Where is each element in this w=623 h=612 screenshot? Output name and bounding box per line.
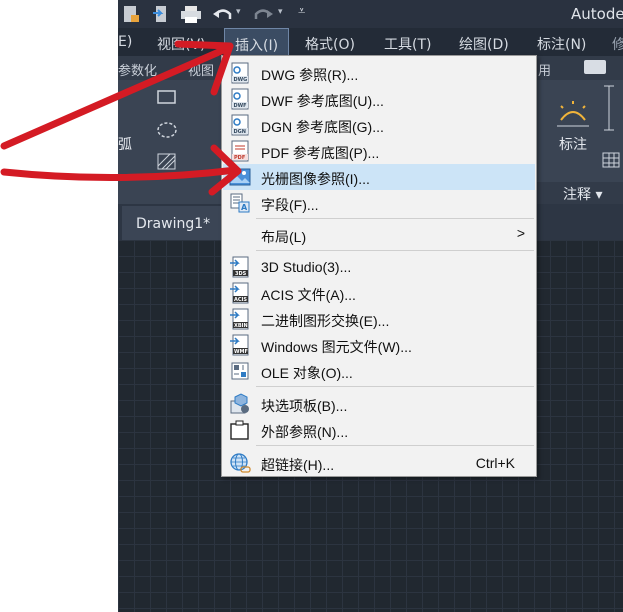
menu-item-label: DGN 参考底图(G)... <box>261 119 384 135</box>
menu-item-label: 光栅图像参照(I)... <box>261 171 370 187</box>
menu-item-windows-metafile[interactable]: WMF Windows 图元文件(W)... <box>223 332 535 358</box>
svg-text:PDF: PDF <box>234 155 245 161</box>
menu-view[interactable]: 视图(V) <box>157 34 206 54</box>
menu-item-3d-studio[interactable]: 3DS 3D Studio(3)... <box>223 254 535 280</box>
menu-tools[interactable]: 工具(T) <box>384 34 431 54</box>
dimension-icon[interactable] <box>555 100 591 130</box>
dxb-icon: XBIN <box>230 308 249 330</box>
menu-item-dwf-underlay[interactable]: DWF DWF 参考底图(U)... <box>223 86 535 112</box>
menu-overflow-fragment[interactable]: 修 <box>612 34 623 54</box>
menu-item-label: 字段(F)... <box>261 197 319 213</box>
drawing-tab[interactable]: Drawing1* <box>122 206 232 240</box>
block-palette-icon <box>230 393 249 414</box>
menu-item-layout[interactable]: 布局(L) > <box>223 222 535 248</box>
menu-item-acis[interactable]: ACIS ACIS 文件(A)... <box>223 280 535 306</box>
undo-icon[interactable] <box>212 5 234 23</box>
menu-item-label: 外部参照(N)... <box>261 424 349 440</box>
menu-item-label: 超链接(H)... <box>261 457 335 473</box>
customize-qat-icon[interactable]: ⩡ <box>298 4 305 19</box>
menu-item-field[interactable]: A 字段(F)... <box>223 190 535 216</box>
menu-item-raster-image[interactable]: 光栅图像参照(I)... <box>223 164 535 190</box>
hatch-icon[interactable] <box>156 152 178 172</box>
svg-text:WMF: WMF <box>234 349 248 355</box>
menu-item-pdf-underlay[interactable]: PDF PDF 参考底图(P)... <box>223 138 535 164</box>
menu-item-label: 3D Studio(3)... <box>261 259 352 275</box>
drawing-tab-label: Drawing1* <box>136 216 211 232</box>
redo-dropdown-icon[interactable]: ▾ <box>278 7 283 17</box>
menu-item-shortcut: Ctrl+K <box>475 455 515 471</box>
svg-text:DWG: DWG <box>234 77 248 83</box>
ribbon-tab-fragment[interactable]: 用 <box>538 60 551 79</box>
print-icon[interactable] <box>180 5 202 23</box>
submenu-arrow-icon: > <box>516 225 525 241</box>
annotate-label[interactable]: 标注 <box>559 134 587 154</box>
svg-text:DGN: DGN <box>234 129 246 135</box>
menu-draw[interactable]: 绘图(D) <box>459 34 509 54</box>
rectangle-icon[interactable] <box>156 88 178 106</box>
menu-item-label: ACIS 文件(A)... <box>261 287 356 303</box>
menu-separator <box>256 218 534 219</box>
menu-item-label: 布局(L) <box>261 229 307 245</box>
menu-item-label: DWF 参考底图(U)... <box>261 93 384 109</box>
menu-separator <box>256 250 534 251</box>
pdf-icon: PDF <box>231 140 249 162</box>
menu-item-label: DWG 参照(R)... <box>261 67 359 83</box>
wmf-icon: WMF <box>230 334 249 356</box>
menu-edit[interactable]: E) <box>118 34 132 50</box>
3ds-icon: 3DS <box>230 256 249 278</box>
svg-text:3DS: 3DS <box>235 271 247 277</box>
ribbon-toggle-icon[interactable] <box>584 60 606 74</box>
svg-text:A: A <box>241 203 248 212</box>
menu-separator <box>256 445 534 446</box>
app-title: Autode <box>571 5 623 23</box>
save-as-icon[interactable] <box>122 5 140 23</box>
redo-icon[interactable] <box>252 5 274 23</box>
annotate-panel-title[interactable]: 注释 ▾ <box>563 184 602 204</box>
ribbon-tab-parametric[interactable]: 参数化 <box>118 60 157 79</box>
xref-icon <box>230 420 249 440</box>
ellipse-icon[interactable] <box>156 120 178 140</box>
field-icon: A <box>230 193 250 213</box>
menu-item-label: 块选项板(B)... <box>261 398 348 414</box>
ole-icon <box>231 362 249 380</box>
menu-bar: E) 视图(V) 插入(I) 格式(O) 工具(T) 绘图(D) 标注(N) 修 <box>118 28 623 56</box>
menu-item-xref[interactable]: 外部参照(N)... <box>223 417 535 443</box>
ribbon-tab-view[interactable]: 视图 <box>188 60 214 79</box>
arc-label[interactable]: 弧 <box>118 134 132 154</box>
export-icon[interactable] <box>152 5 170 23</box>
acis-icon: ACIS <box>230 282 249 304</box>
dgn-icon: DGN <box>231 114 249 136</box>
linear-dim-icon[interactable] <box>602 84 616 132</box>
dwf-icon: DWF <box>231 88 249 110</box>
menu-item-dwg-reference[interactable]: DWG DWG 参照(R)... <box>223 60 535 86</box>
menu-format[interactable]: 格式(O) <box>305 34 355 54</box>
quick-access-toolbar: ▾ ▾ ⩡ Autode <box>118 0 623 28</box>
menu-item-label: 二进制图形交换(E)... <box>261 313 390 329</box>
menu-item-hyperlink[interactable]: 超链接(H)... Ctrl+K <box>223 450 535 476</box>
svg-text:ACIS: ACIS <box>234 297 247 303</box>
menu-item-label: PDF 参考底图(P)... <box>261 145 380 161</box>
dwg-icon: DWG <box>231 62 249 84</box>
table-icon[interactable] <box>602 152 620 168</box>
menu-item-label: OLE 对象(O)... <box>261 365 353 381</box>
menu-insert[interactable]: 插入(I) <box>224 28 290 56</box>
menu-item-ole-object[interactable]: OLE 对象(O)... <box>223 358 535 384</box>
menu-item-dgn-underlay[interactable]: DGN DGN 参考底图(G)... <box>223 112 535 138</box>
svg-text:DWF: DWF <box>234 103 247 109</box>
menu-separator <box>256 386 534 387</box>
menu-item-label: Windows 图元文件(W)... <box>261 339 412 355</box>
hyperlink-icon <box>230 453 251 473</box>
raster-image-icon <box>229 168 251 186</box>
insert-dropdown-menu: DWG DWG 参照(R)... DWF DWF 参考底图(U)... DGN … <box>221 55 537 477</box>
menu-dimension[interactable]: 标注(N) <box>537 34 586 54</box>
undo-dropdown-icon[interactable]: ▾ <box>236 7 241 17</box>
menu-item-block-palette[interactable]: 块选项板(B)... <box>223 391 535 417</box>
menu-item-binary-dxf[interactable]: XBIN 二进制图形交换(E)... <box>223 306 535 332</box>
svg-text:XBIN: XBIN <box>234 323 248 329</box>
